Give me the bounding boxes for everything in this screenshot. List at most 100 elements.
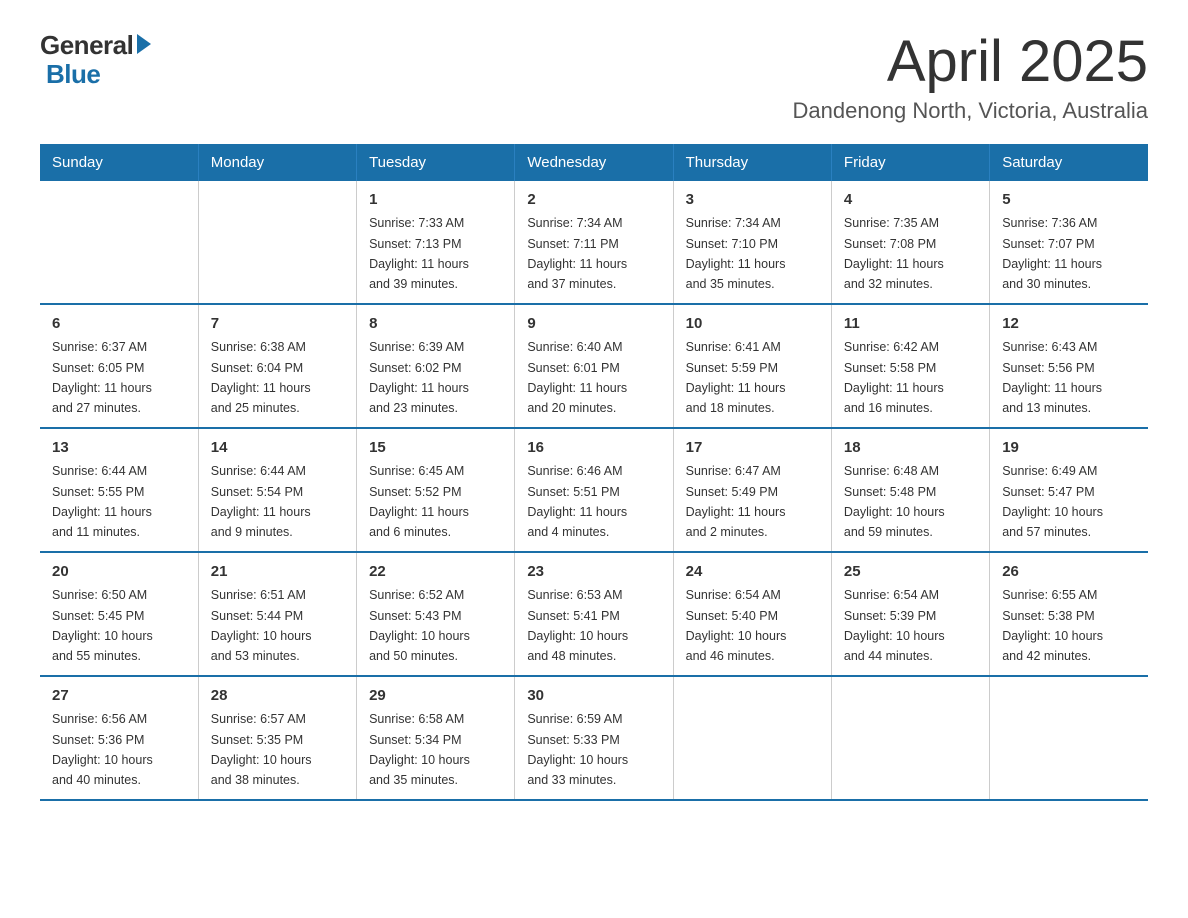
calendar-cell: 14 Sunrise: 6:44 AM Sunset: 5:54 PM Dayli…	[198, 428, 356, 552]
day-info: Sunrise: 6:57 AM Sunset: 5:35 PM Dayligh…	[211, 712, 312, 787]
calendar-cell: 19Sunrise: 6:49 AM Sunset: 5:47 PM Dayli…	[990, 428, 1148, 552]
title-section: April 2025 Dandenong North, Victoria, Au…	[793, 30, 1148, 124]
day-number: 17	[686, 437, 819, 460]
calendar-cell: 2 Sunrise: 7:34 AM Sunset: 7:11 PM Daylig…	[515, 181, 673, 304]
weekday-header-wednesday: Wednesday	[515, 144, 673, 181]
day-info: Sunrise: 6:40 AM Sunset: 6:01 PM Dayligh…	[527, 340, 627, 415]
calendar-week-1: 1 Sunrise: 7:33 AM Sunset: 7:13 PM Daylig…	[40, 181, 1148, 304]
day-number: 2	[527, 189, 660, 212]
calendar-cell: 15 Sunrise: 6:45 AM Sunset: 5:52 PM Dayli…	[357, 428, 515, 552]
day-number: 27	[52, 685, 186, 708]
day-number: 21	[211, 561, 344, 584]
day-number: 11	[844, 313, 977, 336]
day-info: Sunrise: 6:44 AM Sunset: 5:55 PM Dayligh…	[52, 464, 152, 539]
calendar-cell: 28 Sunrise: 6:57 AM Sunset: 5:35 PM Dayli…	[198, 676, 356, 800]
day-number: 9	[527, 313, 660, 336]
calendar-table: SundayMondayTuesdayWednesdayThursdayFrid…	[40, 144, 1148, 801]
day-info: Sunrise: 6:46 AM Sunset: 5:51 PM Dayligh…	[527, 464, 627, 539]
calendar-cell: 8 Sunrise: 6:39 AM Sunset: 6:02 PM Daylig…	[357, 304, 515, 428]
day-info: Sunrise: 7:34 AM Sunset: 7:10 PM Dayligh…	[686, 216, 786, 291]
calendar-header: SundayMondayTuesdayWednesdayThursdayFrid…	[40, 144, 1148, 181]
calendar-cell: 18 Sunrise: 6:48 AM Sunset: 5:48 PM Dayli…	[831, 428, 989, 552]
day-number: 23	[527, 561, 660, 584]
calendar-cell: 24Sunrise: 6:54 AM Sunset: 5:40 PM Dayli…	[673, 552, 831, 676]
calendar-cell: 6Sunrise: 6:37 AM Sunset: 6:05 PM Daylig…	[40, 304, 198, 428]
days-of-week-row: SundayMondayTuesdayWednesdayThursdayFrid…	[40, 144, 1148, 181]
day-number: 10	[686, 313, 819, 336]
day-number: 28	[211, 685, 344, 708]
day-info: Sunrise: 6:37 AM Sunset: 6:05 PM Dayligh…	[52, 340, 152, 415]
day-info: Sunrise: 6:45 AM Sunset: 5:52 PM Dayligh…	[369, 464, 469, 539]
logo-general-text: General	[40, 30, 133, 61]
day-number: 7	[211, 313, 344, 336]
calendar-week-3: 13 Sunrise: 6:44 AM Sunset: 5:55 PM Dayli…	[40, 428, 1148, 552]
weekday-header-sunday: Sunday	[40, 144, 198, 181]
weekday-header-thursday: Thursday	[673, 144, 831, 181]
day-number: 22	[369, 561, 502, 584]
day-info: Sunrise: 7:35 AM Sunset: 7:08 PM Dayligh…	[844, 216, 944, 291]
calendar-cell: 27Sunrise: 6:56 AM Sunset: 5:36 PM Dayli…	[40, 676, 198, 800]
day-info: Sunrise: 7:36 AM Sunset: 7:07 PM Dayligh…	[1002, 216, 1102, 291]
calendar-week-5: 27Sunrise: 6:56 AM Sunset: 5:36 PM Dayli…	[40, 676, 1148, 800]
calendar-week-4: 20Sunrise: 6:50 AM Sunset: 5:45 PM Dayli…	[40, 552, 1148, 676]
day-number: 3	[686, 189, 819, 212]
weekday-header-tuesday: Tuesday	[357, 144, 515, 181]
calendar-cell	[990, 676, 1148, 800]
calendar-cell: 11 Sunrise: 6:42 AM Sunset: 5:58 PM Dayli…	[831, 304, 989, 428]
calendar-cell: 22 Sunrise: 6:52 AM Sunset: 5:43 PM Dayli…	[357, 552, 515, 676]
day-info: Sunrise: 6:52 AM Sunset: 5:43 PM Dayligh…	[369, 588, 470, 663]
day-number: 18	[844, 437, 977, 460]
day-number: 14	[211, 437, 344, 460]
calendar-cell: 9 Sunrise: 6:40 AM Sunset: 6:01 PM Daylig…	[515, 304, 673, 428]
day-info: Sunrise: 6:39 AM Sunset: 6:02 PM Dayligh…	[369, 340, 469, 415]
day-info: Sunrise: 7:34 AM Sunset: 7:11 PM Dayligh…	[527, 216, 627, 291]
location-text: Dandenong North, Victoria, Australia	[793, 98, 1148, 124]
day-number: 15	[369, 437, 502, 460]
day-info: Sunrise: 6:44 AM Sunset: 5:54 PM Dayligh…	[211, 464, 311, 539]
day-number: 1	[369, 189, 502, 212]
weekday-header-saturday: Saturday	[990, 144, 1148, 181]
day-info: Sunrise: 6:47 AM Sunset: 5:49 PM Dayligh…	[686, 464, 786, 539]
day-number: 8	[369, 313, 502, 336]
day-number: 16	[527, 437, 660, 460]
day-number: 19	[1002, 437, 1136, 460]
day-info: Sunrise: 6:59 AM Sunset: 5:33 PM Dayligh…	[527, 712, 628, 787]
calendar-cell: 29Sunrise: 6:58 AM Sunset: 5:34 PM Dayli…	[357, 676, 515, 800]
day-number: 24	[686, 561, 819, 584]
calendar-cell: 10Sunrise: 6:41 AM Sunset: 5:59 PM Dayli…	[673, 304, 831, 428]
logo: General Blue	[40, 30, 151, 90]
day-info: Sunrise: 6:48 AM Sunset: 5:48 PM Dayligh…	[844, 464, 945, 539]
calendar-cell: 23Sunrise: 6:53 AM Sunset: 5:41 PM Dayli…	[515, 552, 673, 676]
day-number: 25	[844, 561, 977, 584]
day-number: 20	[52, 561, 186, 584]
calendar-cell: 25 Sunrise: 6:54 AM Sunset: 5:39 PM Dayli…	[831, 552, 989, 676]
calendar-cell: 1 Sunrise: 7:33 AM Sunset: 7:13 PM Daylig…	[357, 181, 515, 304]
day-number: 30	[527, 685, 660, 708]
calendar-cell: 13 Sunrise: 6:44 AM Sunset: 5:55 PM Dayli…	[40, 428, 198, 552]
calendar-cell: 21 Sunrise: 6:51 AM Sunset: 5:44 PM Dayli…	[198, 552, 356, 676]
calendar-cell: 3 Sunrise: 7:34 AM Sunset: 7:10 PM Daylig…	[673, 181, 831, 304]
month-title: April 2025	[793, 30, 1148, 94]
calendar-cell	[673, 676, 831, 800]
day-info: Sunrise: 7:33 AM Sunset: 7:13 PM Dayligh…	[369, 216, 469, 291]
day-info: Sunrise: 6:42 AM Sunset: 5:58 PM Dayligh…	[844, 340, 944, 415]
calendar-week-2: 6Sunrise: 6:37 AM Sunset: 6:05 PM Daylig…	[40, 304, 1148, 428]
calendar-cell: 4 Sunrise: 7:35 AM Sunset: 7:08 PM Daylig…	[831, 181, 989, 304]
calendar-cell	[40, 181, 198, 304]
page-header: General Blue April 2025 Dandenong North,…	[40, 30, 1148, 124]
day-info: Sunrise: 6:58 AM Sunset: 5:34 PM Dayligh…	[369, 712, 470, 787]
day-number: 26	[1002, 561, 1136, 584]
calendar-body: 1 Sunrise: 7:33 AM Sunset: 7:13 PM Daylig…	[40, 181, 1148, 800]
weekday-header-friday: Friday	[831, 144, 989, 181]
day-info: Sunrise: 6:54 AM Sunset: 5:39 PM Dayligh…	[844, 588, 945, 663]
calendar-cell: 16 Sunrise: 6:46 AM Sunset: 5:51 PM Dayli…	[515, 428, 673, 552]
day-number: 5	[1002, 189, 1136, 212]
day-info: Sunrise: 6:51 AM Sunset: 5:44 PM Dayligh…	[211, 588, 312, 663]
day-number: 13	[52, 437, 186, 460]
day-info: Sunrise: 6:55 AM Sunset: 5:38 PM Dayligh…	[1002, 588, 1103, 663]
calendar-cell	[198, 181, 356, 304]
weekday-header-monday: Monday	[198, 144, 356, 181]
calendar-cell: 12Sunrise: 6:43 AM Sunset: 5:56 PM Dayli…	[990, 304, 1148, 428]
day-number: 4	[844, 189, 977, 212]
calendar-cell: 26 Sunrise: 6:55 AM Sunset: 5:38 PM Dayli…	[990, 552, 1148, 676]
